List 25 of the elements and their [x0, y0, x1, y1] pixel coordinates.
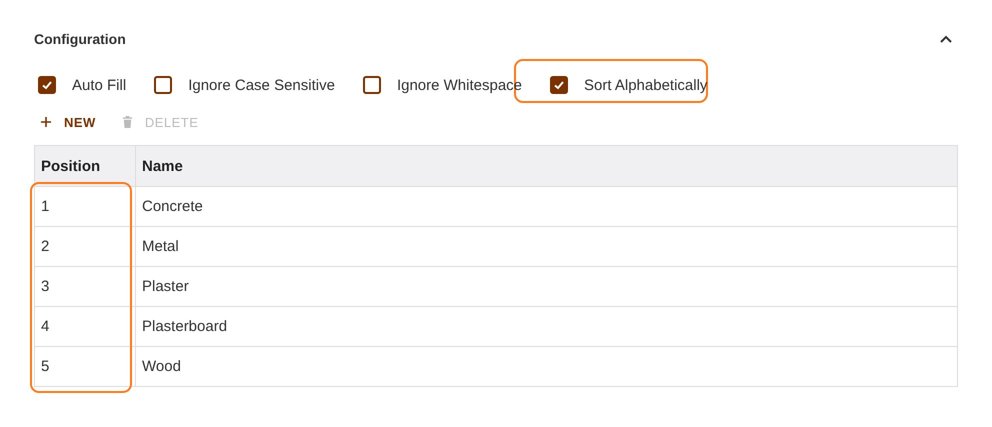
checkmark-icon	[553, 79, 566, 91]
checkbox-label: Auto Fill	[72, 76, 126, 94]
checkbox[interactable]	[550, 76, 568, 94]
table-cell: Plaster	[136, 266, 958, 306]
chevron-icon[interactable]	[940, 35, 952, 43]
table-cell: Concrete	[136, 186, 958, 226]
checkbox[interactable]	[362, 76, 381, 94]
checkbox-label: Ignore Case Sensitive	[188, 76, 335, 94]
table-cell: Wood	[136, 346, 958, 386]
checkbox[interactable]	[154, 76, 172, 94]
table-cell: 2	[34, 226, 136, 266]
table-cell: Metal	[136, 226, 958, 266]
checkbox[interactable]	[38, 76, 56, 94]
table-cell: 1	[34, 186, 136, 226]
plus-icon	[40, 116, 52, 128]
checkmark-icon	[41, 79, 53, 91]
table-cell: 3	[34, 266, 136, 306]
table-cell: Plasterboard	[136, 306, 958, 346]
action-button[interactable]: NEW	[34, 112, 102, 132]
column-header: Position	[34, 146, 136, 186]
trash-icon	[122, 115, 133, 129]
table-cell: 5	[34, 346, 136, 386]
section-title: Configuration	[34, 31, 126, 47]
table-cell: 4	[34, 306, 136, 346]
column-header: Name	[136, 146, 958, 186]
